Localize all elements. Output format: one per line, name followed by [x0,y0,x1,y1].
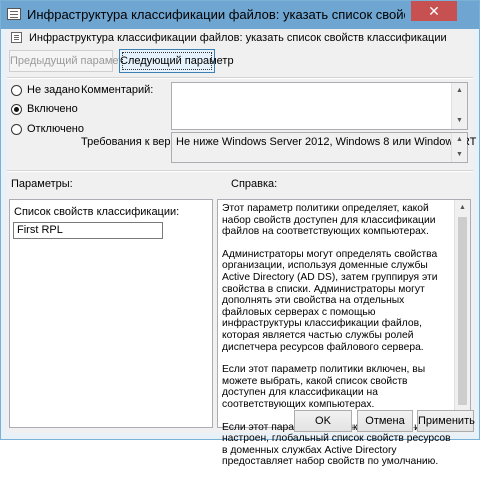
radio-circle[interactable] [11,123,22,135]
radio-enabled[interactable]: Включено [11,101,78,117]
comment-scrollbar[interactable]: ▲ ▼ [451,83,467,129]
help-scroll-thumb[interactable] [458,217,467,405]
help-panel: Этот параметр политики определяет, какой… [217,199,471,467]
radio-label: Не задано [27,84,81,96]
radio-label: Отключено [27,123,84,135]
classification-list-label: Список свойств классификации: [14,206,180,218]
section-divider [7,170,473,172]
scroll-down-icon[interactable]: ▼ [452,148,467,162]
radio-label: Включено [27,103,78,115]
close-button[interactable]: ✕ [411,1,457,21]
policy-heading: Инфраструктура классификации файлов: ука… [29,32,447,44]
dialog-window: Инфраструктура классификации файлов: ука… [0,0,480,467]
help-paragraph: Если этот параметр политики включен, вы … [222,364,426,410]
header-divider [7,77,473,79]
cancel-button[interactable]: Отмена [357,410,413,432]
scroll-up-icon[interactable]: ▲ [452,83,467,99]
requirements-value: Не ниже Windows Server 2012, Windows 8 и… [176,136,477,148]
radio-not-configured[interactable]: Не задано [11,82,80,98]
policy-app-icon [7,8,21,20]
help-paragraph: Этот параметр политики определяет, какой… [222,203,436,238]
policy-setting-icon [11,32,22,43]
ok-button[interactable]: OK [294,410,352,432]
scroll-up-icon[interactable]: ▲ [452,133,467,147]
apply-button[interactable]: Применить [417,410,475,432]
requirements-value-box: Не ниже Windows Server 2012, Windows 8 и… [171,132,476,163]
window-title: Инфраструктура классификации файлов: ука… [27,7,405,22]
options-label: Параметры: [11,178,73,190]
radio-circle[interactable] [11,84,22,96]
comment-textarea[interactable]: ▲ ▼ [171,82,468,130]
scroll-down-icon[interactable]: ▼ [452,113,467,129]
dialog-body: Инфраструктура классификации файлов: ука… [7,29,476,467]
title-bar[interactable]: Инфраструктура классификации файлов: ука… [1,1,479,29]
comment-label: Комментарий: [81,84,154,96]
radio-disabled[interactable]: Отключено [11,121,84,137]
help-paragraph: Администраторы могут определять свойства… [222,248,438,353]
help-label: Справка: [231,178,278,190]
scroll-up-icon[interactable]: ▲ [455,200,470,216]
help-scrollbar[interactable]: ▲ ▼ [454,200,470,427]
next-setting-button[interactable]: Следующий параметр [119,49,234,73]
radio-circle-selected[interactable] [11,103,22,115]
requirements-scrollbar[interactable]: ▲ ▼ [451,133,467,162]
classification-list-input[interactable]: First RPL [13,222,163,239]
options-panel: Список свойств классификации: First RPL [9,199,213,428]
previous-setting-button[interactable]: Предыдущий параметр [9,50,129,72]
help-text: Этот параметр политики определяет, какой… [222,203,454,479]
